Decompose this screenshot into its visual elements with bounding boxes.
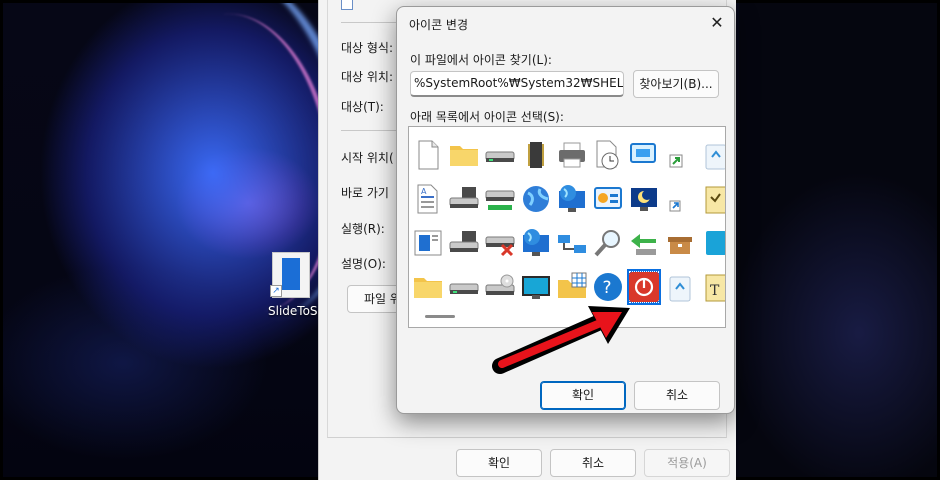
drive-2-icon[interactable] <box>447 269 481 305</box>
properties-cancel-button[interactable]: 취소 <box>550 449 636 477</box>
blank-document-icon[interactable] <box>411 137 445 173</box>
monitor-globe-icon[interactable] <box>555 181 589 217</box>
network-icon[interactable] <box>555 225 589 261</box>
recycle-paper-icon[interactable] <box>699 181 725 217</box>
dialog-title: 아이콘 변경 <box>409 18 469 32</box>
properties-apply-button[interactable]: 적용(A) <box>644 449 730 477</box>
folder-icon[interactable] <box>447 137 481 173</box>
red-pointer-arrow-icon <box>492 306 630 374</box>
browse-button[interactable]: 찾아보기(B)... <box>633 70 719 98</box>
cancel-button[interactable]: 취소 <box>634 381 720 410</box>
folder-2-icon[interactable] <box>411 269 445 305</box>
target-label: 대상(T): <box>341 100 384 114</box>
recycle-bin-2-icon[interactable] <box>663 269 697 305</box>
drive-icon[interactable] <box>483 137 517 173</box>
svg-text:A: A <box>421 187 427 196</box>
horizontal-scrollbar[interactable] <box>425 315 455 318</box>
network-drive-icon[interactable] <box>483 181 517 217</box>
text-document-icon[interactable]: A <box>411 181 445 217</box>
floppy-drive-2-icon[interactable] <box>447 225 481 261</box>
floppy-drive-icon[interactable] <box>447 181 481 217</box>
printer-icon[interactable] <box>555 137 589 173</box>
find-icons-label: 이 파일에서 아이콘 찾기(L): <box>410 53 552 67</box>
comment-label: 설명(O): <box>341 257 386 271</box>
usb-arrow-icon[interactable] <box>627 225 661 261</box>
shortcut-overlay-icon[interactable] <box>663 181 697 217</box>
chip-icon[interactable] <box>519 137 553 173</box>
svg-text:T: T <box>710 283 720 299</box>
shortcut-key-label: 바로 가기 <box>341 186 389 200</box>
run-label: 실행(R): <box>341 222 385 236</box>
globe-icon[interactable] <box>519 181 553 217</box>
green-arrow-shortcut-icon[interactable] <box>663 137 697 173</box>
monitor-moon-icon[interactable] <box>627 181 661 217</box>
blue-tile-icon[interactable] <box>699 225 725 261</box>
start-in-label: 시작 위치( <box>341 151 394 165</box>
select-icon-label: 아래 목록에서 아이콘 선택(S): <box>410 110 564 124</box>
target-type-label: 대상 형식: <box>341 41 394 55</box>
properties-ok-button[interactable]: 확인 <box>456 449 542 477</box>
target-location-label: 대상 위치: <box>341 70 394 84</box>
window-shortcut-icon[interactable] <box>627 137 661 173</box>
recycle-bin-icon[interactable] <box>699 137 725 173</box>
box-icon[interactable] <box>663 225 697 261</box>
clock-document-icon[interactable] <box>591 137 625 173</box>
ok-button[interactable]: 확인 <box>540 381 626 410</box>
shortcut-arrow-icon: ↗ <box>270 285 282 297</box>
ttf-font-icon[interactable]: T <box>699 269 725 305</box>
window-document-icon[interactable] <box>411 225 445 261</box>
icon-file-path-input[interactable]: %SystemRoot%₩System32₩SHELL32.c <box>410 71 624 97</box>
magnifier-icon[interactable] <box>591 225 625 261</box>
drive-x-icon[interactable] <box>483 225 517 261</box>
close-icon[interactable]: ✕ <box>709 15 725 31</box>
desktop-shortcut-label: SlideToSh <box>268 304 324 318</box>
monitor-globe-2-icon[interactable] <box>519 225 553 261</box>
control-panel-icon[interactable] <box>591 181 625 217</box>
